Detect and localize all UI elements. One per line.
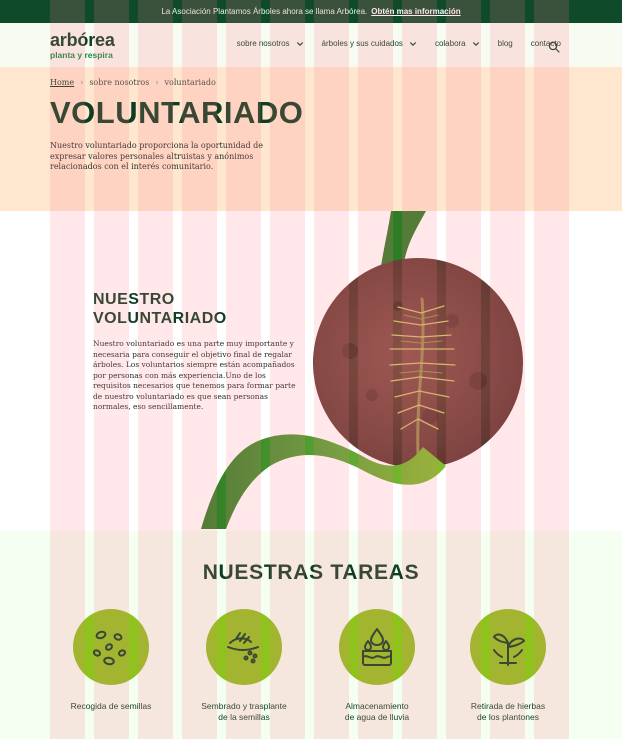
task-label: Sembrado y trasplante de la semillas: [179, 701, 309, 723]
nav-item-label: colabora: [434, 39, 466, 48]
task-label: Almacenamiento de agua de lluvia: [312, 701, 442, 723]
site-header: arbórea planta y respira sobre nosotros …: [0, 23, 622, 68]
section-title-line1: NUESTRO: [93, 291, 175, 308]
task-icon-circle: [206, 609, 282, 685]
task-icon-circle: [73, 609, 149, 685]
task-label-line1: Recogida de semillas: [70, 701, 152, 711]
chevron-down-icon: [472, 41, 479, 46]
nav-item-label: blog: [497, 39, 513, 48]
page-intro: Nuestro voluntariado proporciona la opor…: [50, 141, 263, 171]
announcement-link[interactable]: Obtén mas información: [371, 7, 460, 16]
nav-item-sobre-nosotros[interactable]: sobre nosotros: [237, 39, 304, 48]
task-item: Almacenamiento de agua de lluvia: [312, 609, 442, 723]
nav-item-label: árboles y sus cuidados: [321, 39, 403, 48]
nav-item-blog[interactable]: blog: [498, 39, 513, 48]
breadcrumb: Home › sobre nosotros › voluntariado: [50, 78, 216, 87]
task-label-line2: de la semillas: [218, 712, 270, 722]
water-storage-icon: [362, 628, 392, 666]
task-label: Recogida de semillas: [46, 701, 176, 712]
task-label-line1: Retirada de hierbas: [470, 701, 546, 711]
chevron-down-icon: [409, 41, 416, 46]
tasks-title: NUESTRAS TAREAS: [202, 561, 420, 584]
logo-name: arbórea: [50, 30, 115, 50]
task-item: Sembrado y trasplante de la semillas: [179, 609, 309, 723]
chevron-down-icon: [296, 41, 303, 46]
tasks-section: NUESTRAS TAREAS Recogida de semillas Sem…: [0, 531, 622, 739]
breadcrumb-separator-icon: ›: [80, 78, 84, 87]
task-label: Retirada de hierbas de los plantones: [443, 701, 573, 723]
sowing-icon: [227, 632, 259, 664]
section-title-line2: VOLUNTARIADO: [93, 310, 227, 327]
nav-item-colabora[interactable]: colabora: [435, 39, 480, 48]
page-title: VOLUNTARIADO: [50, 95, 304, 130]
task-label-line1: Almacenamiento: [345, 701, 409, 711]
volunteer-section: NUESTRO VOLUNTARIADO Nuestro voluntariad…: [0, 211, 622, 531]
hero-section: Home › sobre nosotros › voluntariado VOL…: [0, 67, 622, 211]
task-label-line2: de los plantones: [477, 712, 539, 722]
task-item: Recogida de semillas: [46, 609, 176, 712]
breadcrumb-home-link[interactable]: Home: [50, 78, 74, 87]
nav-item-arboles[interactable]: árboles y sus cuidados: [322, 39, 417, 48]
task-label-line2: de agua de lluvia: [344, 712, 410, 722]
task-label-line1: Sembrado y trasplante: [201, 701, 287, 711]
task-icon-circle: [470, 609, 546, 685]
sprout-icon: [493, 633, 525, 666]
announcement-bar: La Asociación Plantamos Árboles ahora se…: [0, 0, 622, 23]
breadcrumb-item[interactable]: sobre nosotros: [89, 78, 149, 87]
main-nav: sobre nosotros árboles y sus cuidados co…: [237, 39, 561, 48]
task-icon-circle: [339, 609, 415, 685]
search-icon[interactable]: [548, 41, 560, 53]
section-title: NUESTRO VOLUNTARIADO: [93, 290, 227, 328]
site-logo[interactable]: arbórea planta y respira: [50, 31, 115, 60]
nav-item-label: sobre nosotros: [236, 39, 290, 48]
breadcrumb-current: voluntariado: [164, 78, 216, 87]
section-body: Nuestro voluntariado es una parte muy im…: [93, 339, 296, 411]
breadcrumb-separator-icon: ›: [155, 78, 159, 87]
announcement-text: La Asociación Plantamos Árboles ahora se…: [161, 7, 368, 16]
seeds-icon: [92, 630, 127, 666]
logo-tagline: planta y respira: [50, 50, 113, 60]
task-item: Retirada de hierbas de los plantones: [443, 609, 573, 723]
